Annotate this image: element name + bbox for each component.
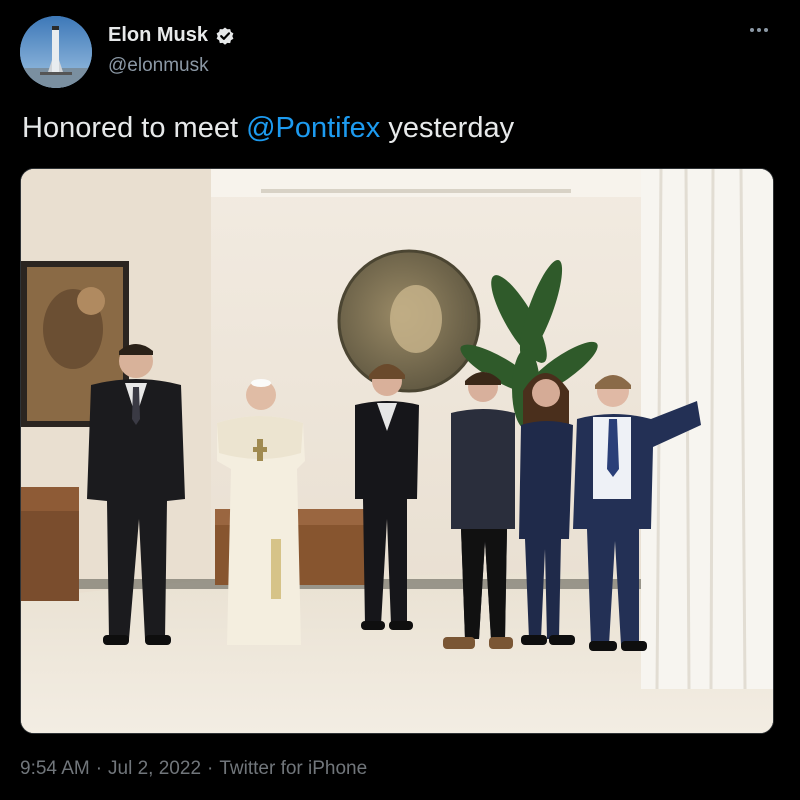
tweet-time[interactable]: 9:54 AM xyxy=(20,758,90,779)
tweet-date[interactable]: Jul 2, 2022 xyxy=(108,758,201,779)
tweet-meta: 9:54 AM · Jul 2, 2022 · Twitter for iPhone xyxy=(20,758,367,780)
more-horizontal-icon xyxy=(750,28,754,32)
verified-badge-icon xyxy=(214,25,236,47)
tweet-text: Honored to meet @Pontifex yesterday xyxy=(22,112,514,145)
meta-separator: · xyxy=(95,758,103,779)
tweet-text-before: Honored to meet xyxy=(22,112,247,144)
meta-separator-2: · xyxy=(207,758,214,779)
tweet-source[interactable]: Twitter for iPhone xyxy=(219,758,367,779)
photo-illustration xyxy=(21,169,773,733)
author-display-name[interactable]: Elon Musk xyxy=(108,24,208,47)
tweet-photo[interactable] xyxy=(20,168,774,734)
tweet-text-after: yesterday xyxy=(380,112,515,144)
author-avatar[interactable] xyxy=(20,16,92,88)
rocket-avatar-icon xyxy=(20,16,92,88)
mention-link[interactable]: @Pontifex xyxy=(246,112,380,144)
author-name-row: Elon Musk xyxy=(108,24,236,47)
more-options-button[interactable] xyxy=(748,22,770,38)
tweet-container: Elon Musk @elonmusk Honored to meet @Pon… xyxy=(0,0,800,800)
author-handle[interactable]: @elonmusk xyxy=(108,55,209,77)
